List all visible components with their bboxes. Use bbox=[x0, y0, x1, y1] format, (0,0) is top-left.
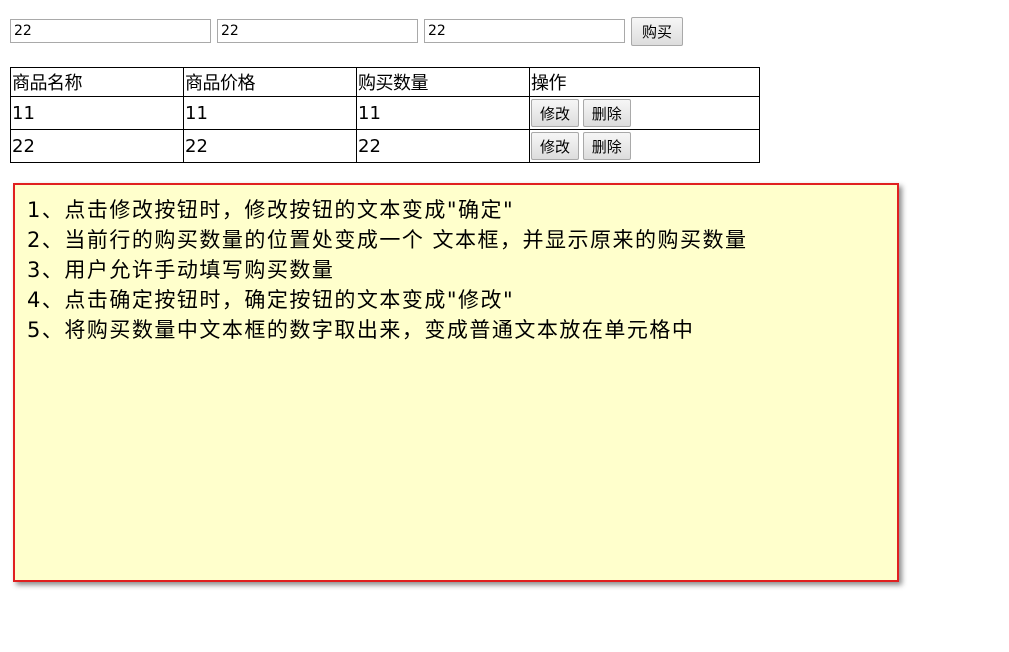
product-quantity-input[interactable] bbox=[424, 19, 625, 43]
cell-product-name: 22 bbox=[10, 129, 184, 163]
table-row: 11 11 11 修改 删除 bbox=[10, 96, 760, 130]
note-line-1: 1、点击修改按钮时，修改按钮的文本变成"确定" bbox=[27, 198, 515, 222]
products-table: 商品名称 商品价格 购买数量 操作 11 11 11 修改 删除 22 22 2… bbox=[10, 67, 760, 163]
requirements-note: 1、点击修改按钮时，修改按钮的文本变成"确定" 2、当前行的购买数量的位置处变成… bbox=[13, 183, 899, 582]
header-product-name: 商品名称 bbox=[10, 67, 184, 97]
cell-product-name: 11 bbox=[10, 96, 184, 130]
note-line-4: 4、点击确定按钮时，确定按钮的文本变成"修改" bbox=[27, 288, 515, 312]
cell-purchase-quantity: 11 bbox=[356, 96, 530, 130]
note-line-3: 3、用户允许手动填写购买数量 bbox=[27, 258, 335, 282]
product-price-input[interactable] bbox=[217, 19, 418, 43]
cell-product-price: 22 bbox=[183, 129, 357, 163]
table-row: 22 22 22 修改 删除 bbox=[10, 129, 760, 163]
cell-actions: 修改 删除 bbox=[529, 96, 760, 130]
cell-purchase-quantity: 22 bbox=[356, 129, 530, 163]
buy-button[interactable]: 购买 bbox=[631, 17, 683, 46]
table-header-row: 商品名称 商品价格 购买数量 操作 bbox=[10, 67, 760, 97]
cell-product-price: 11 bbox=[183, 96, 357, 130]
edit-button[interactable]: 修改 bbox=[531, 99, 580, 127]
cell-actions: 修改 删除 bbox=[529, 129, 760, 163]
product-name-input[interactable] bbox=[10, 19, 211, 43]
delete-button[interactable]: 删除 bbox=[582, 99, 631, 127]
header-purchase-quantity: 购买数量 bbox=[356, 67, 530, 97]
header-actions: 操作 bbox=[529, 67, 760, 97]
note-line-2: 2、当前行的购买数量的位置处变成一个 文本框，并显示原来的购买数量 bbox=[27, 228, 748, 252]
delete-button[interactable]: 删除 bbox=[582, 132, 631, 160]
header-product-price: 商品价格 bbox=[183, 67, 357, 97]
note-line-5: 5、将购买数量中文本框的数字取出来，变成普通文本放在单元格中 bbox=[27, 318, 695, 342]
edit-button[interactable]: 修改 bbox=[531, 132, 580, 160]
